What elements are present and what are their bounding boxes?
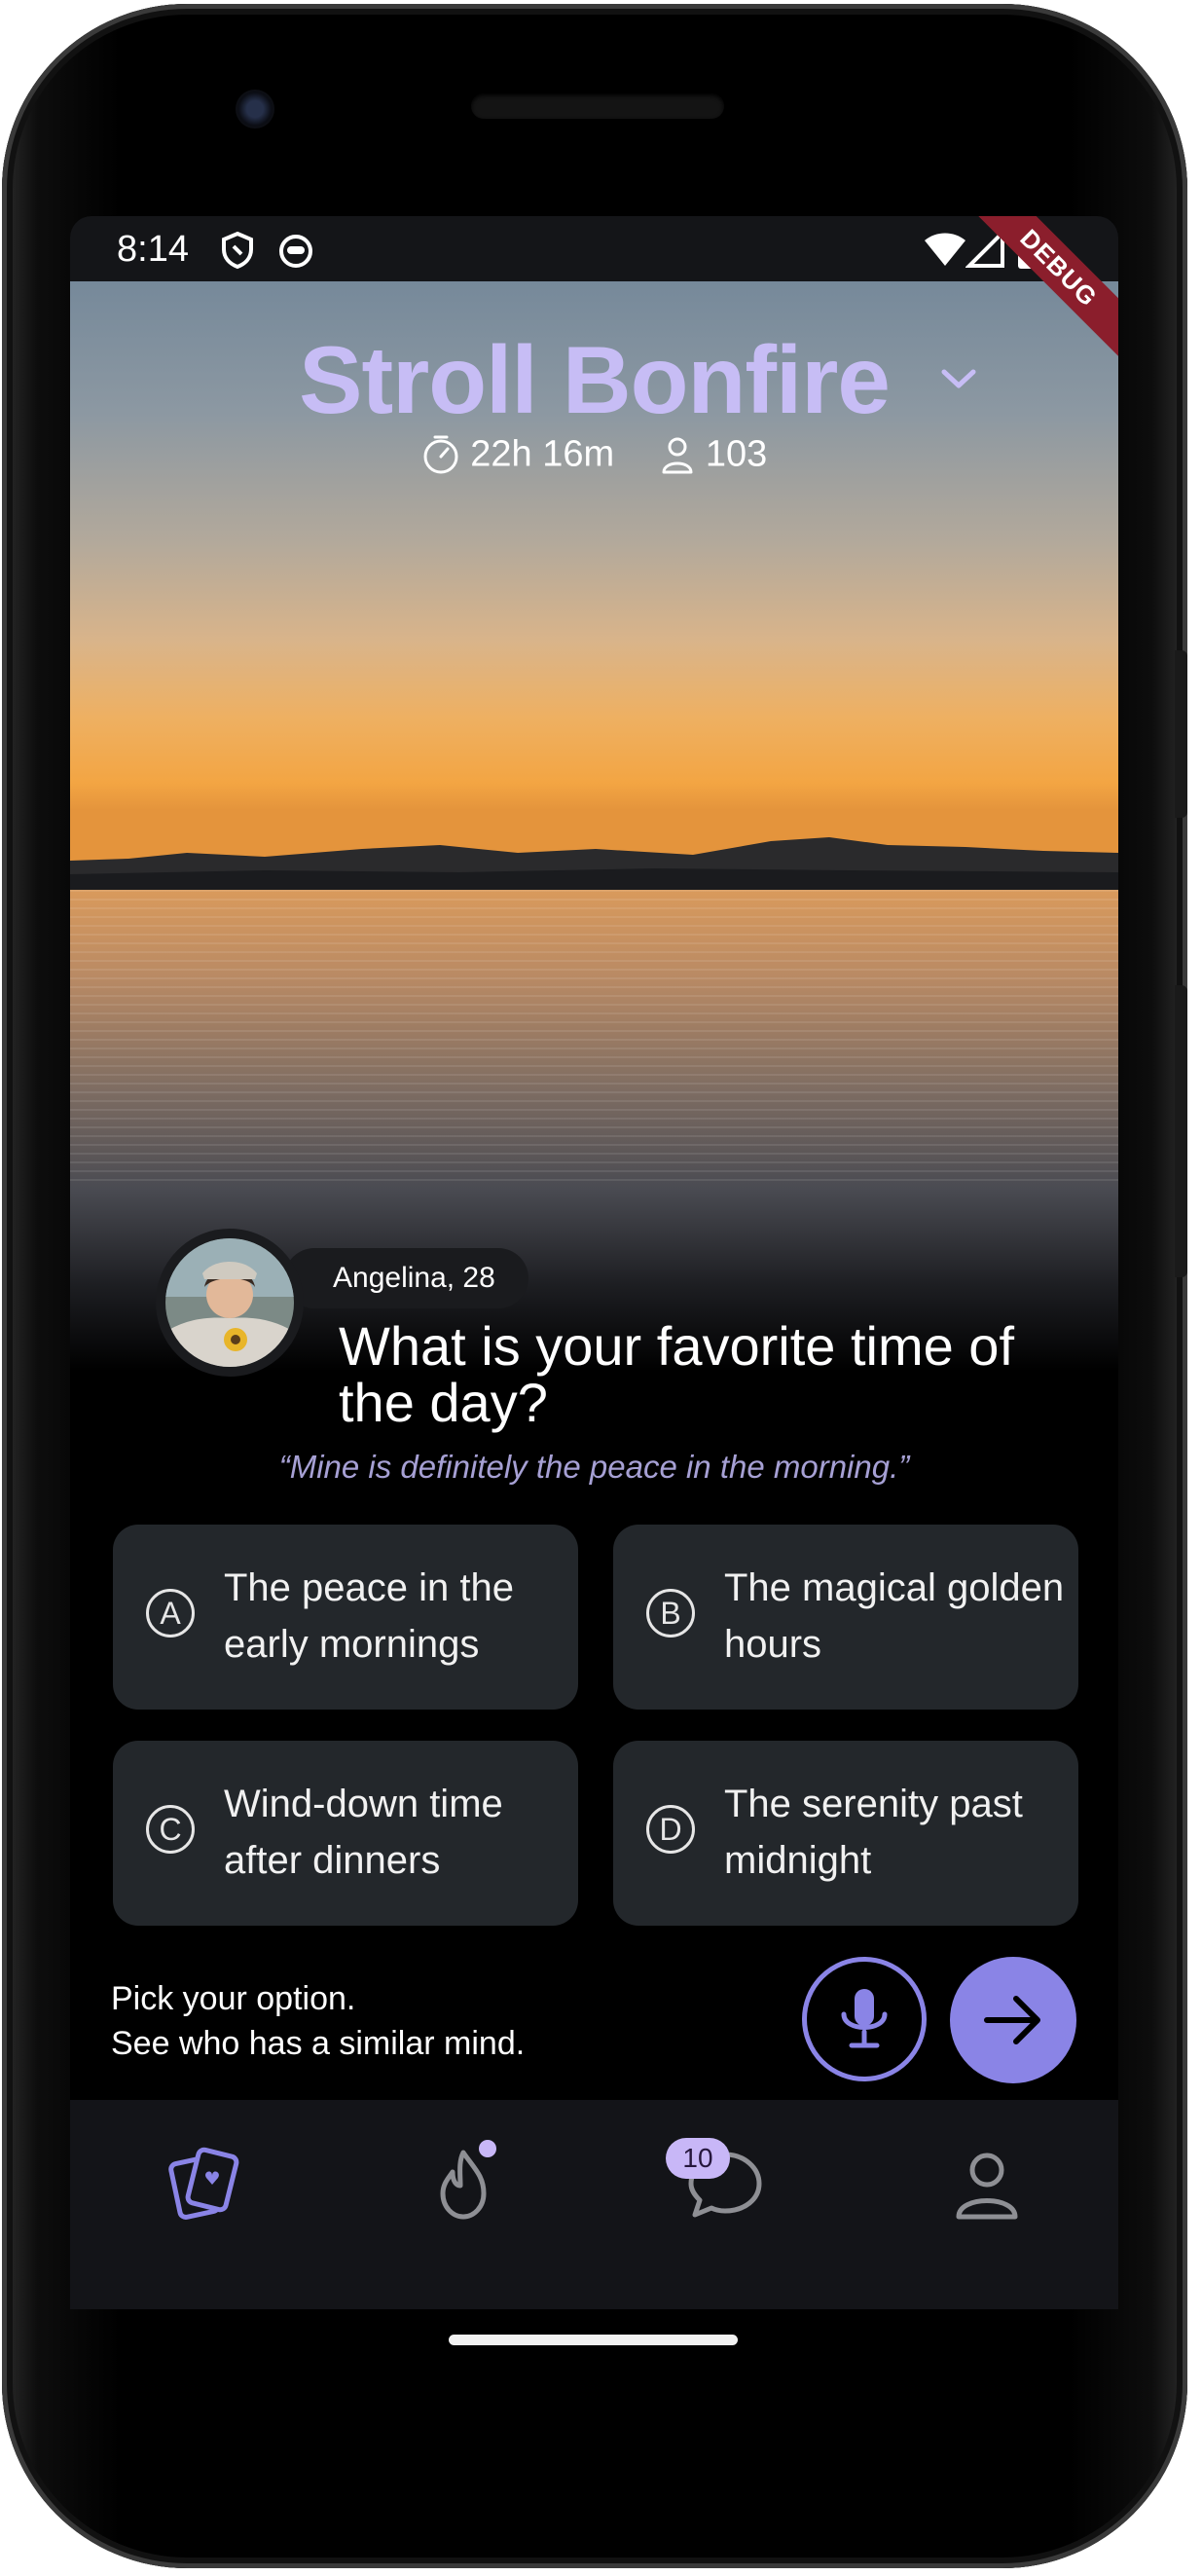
timer-value: 22h 16m <box>470 433 615 475</box>
nav-profile[interactable] <box>856 2100 1117 2309</box>
option-c[interactable]: C Wind-down time after dinners <box>113 1741 578 1926</box>
status-time: 8:14 <box>117 229 189 270</box>
hint-line-2: See who has a similar mind. <box>111 2025 526 2062</box>
timer-icon <box>423 435 458 474</box>
hint-text: Pick your option. See who has a similar … <box>111 1976 525 2066</box>
participants-count: 103 <box>705 433 768 475</box>
option-text: The peace in the early mornings <box>224 1566 514 1666</box>
next-button[interactable] <box>950 1957 1076 2083</box>
record-voice-button[interactable] <box>802 1957 927 2081</box>
bonfire-notification-dot <box>479 2140 496 2157</box>
option-letter: D <box>646 1805 695 1854</box>
option-text: The serenity past midnight <box>724 1783 1023 1882</box>
nav-cards[interactable] <box>70 2100 332 2309</box>
water-ripples <box>70 890 1118 1182</box>
app-screen: 8:14 DEBUG Stroll Bonfire 22h 16m 103 An… <box>70 216 1118 2309</box>
cards-icon <box>167 2147 238 2220</box>
chat-badge: 10 <box>666 2138 730 2179</box>
wifi-icon <box>925 233 965 266</box>
app-icon <box>279 235 312 268</box>
option-letter: C <box>146 1805 195 1854</box>
arrow-right-icon <box>984 1996 1040 2044</box>
earpiece-speaker <box>471 93 724 119</box>
option-letter: B <box>646 1589 695 1638</box>
nav-chats[interactable] <box>594 2100 856 2309</box>
microphone-icon <box>841 1989 888 2048</box>
option-text: Wind-down time after dinners <box>224 1783 503 1882</box>
avatar[interactable] <box>156 1229 304 1377</box>
bottom-nav <box>70 2100 1118 2309</box>
chevron-down-icon[interactable] <box>938 364 979 393</box>
question-text: What is your favorite time of the day? <box>339 1315 1015 1433</box>
front-camera <box>236 90 274 129</box>
avatar-photo <box>165 1238 294 1367</box>
participants-icon <box>662 437 693 474</box>
status-bar: 8:14 DEBUG <box>70 216 1118 362</box>
hint-line-1: Pick your option. <box>111 1980 356 2017</box>
shield-icon <box>222 231 253 270</box>
option-b[interactable]: B The magical golden hours <box>613 1525 1078 1710</box>
option-d[interactable]: D The serenity past midnight <box>613 1741 1078 1926</box>
power-button <box>1175 985 1187 1277</box>
author-quote: “Mine is definitely the peace in the mor… <box>278 1449 910 1485</box>
bonfire-meta: 22h 16m 103 <box>70 432 1118 475</box>
option-text: The magical golden hours <box>724 1566 1065 1666</box>
home-indicator[interactable] <box>449 2335 738 2345</box>
option-a[interactable]: A The peace in the early mornings <box>113 1525 578 1710</box>
volume-button <box>1175 650 1187 818</box>
profile-icon <box>956 2153 1017 2220</box>
option-letter: A <box>146 1589 195 1638</box>
author-name: Angelina, 28 <box>284 1248 528 1308</box>
nav-bonfire[interactable] <box>332 2100 594 2309</box>
phone-frame: 8:14 DEBUG Stroll Bonfire 22h 16m 103 An… <box>2 4 1187 2568</box>
